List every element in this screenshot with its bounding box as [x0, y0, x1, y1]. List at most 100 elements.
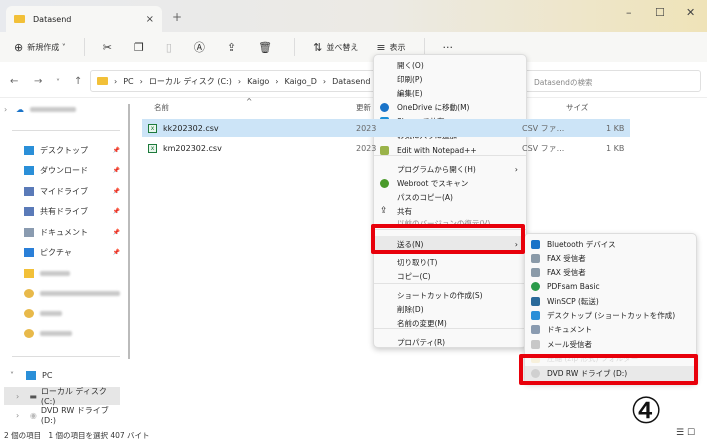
breadcrumb-datasend[interactable]: Datasend: [332, 77, 370, 86]
breadcrumb-kaigo-d[interactable]: Kaigo_D: [285, 77, 317, 86]
view-label: 表示: [389, 42, 406, 52]
breadcrumb-kaigo[interactable]: Kaigo: [247, 77, 269, 86]
menu-item[interactable]: 開く(O): [374, 58, 526, 72]
sidebar-item-pc[interactable]: ˅ PC: [4, 366, 126, 384]
send-to-label: FAX 受信者: [547, 253, 586, 263]
desktop-icon: [531, 311, 540, 320]
menu-item-label: プログラムから開く(H): [397, 164, 476, 174]
minimize-button[interactable]: –: [626, 6, 632, 19]
menu-item[interactable]: パスのコピー(A): [374, 190, 526, 204]
sidebar-item-dvd[interactable]: › ◉ DVD RW ドライブ (D:): [4, 406, 126, 425]
search-input[interactable]: Datasendの検索: [523, 70, 701, 92]
send-to-item[interactable]: PDFsam Basic: [525, 280, 696, 294]
sidebar-item-onedrive[interactable]: › ☁: [4, 100, 126, 118]
cut-button[interactable]: ✂: [103, 41, 116, 54]
redacted-label: [30, 106, 76, 112]
copy-icon: ❐: [133, 40, 144, 54]
menu-item[interactable]: コピー(C): [374, 269, 526, 283]
status-bar: 2 個の項目 1 個の項目を選択 407 バイト: [4, 430, 150, 441]
menu-item[interactable]: 編集(E): [374, 86, 526, 100]
share-button[interactable]: ⇪: [227, 41, 240, 54]
sidebar-item-folder[interactable]: [4, 264, 126, 282]
breadcrumb-local-disk[interactable]: ローカル ディスク (C:): [149, 76, 232, 87]
tiles-view-icon[interactable]: ☐: [687, 428, 695, 438]
paste-button[interactable]: ▯: [166, 41, 176, 54]
command-bar: ⊕ 新規作成 ˅ ✂ ❐ ▯ Ⓐ ⇪ 🗑 ⇅ 並べ替え ≡ 表示 ···: [0, 32, 707, 62]
file-row[interactable]: x kk202302.csv 2023 CSV ファ... 1 KB: [142, 119, 630, 137]
send-to-item[interactable]: メール受信者: [525, 337, 696, 351]
up-button[interactable]: ↑: [74, 76, 82, 87]
menu-item[interactable]: 削除(D): [374, 302, 526, 316]
sidebar-item-pictures[interactable]: ピクチャ 📌: [4, 244, 126, 262]
sidebar-item-user[interactable]: [4, 284, 126, 302]
copy-button[interactable]: ❐: [134, 41, 148, 54]
menu-item[interactable]: 切り取り(T): [374, 255, 526, 269]
sort-button[interactable]: ⇅ 並べ替え: [313, 41, 358, 54]
send-to-item[interactable]: FAX 受信者: [525, 251, 696, 265]
send-to-item[interactable]: FAX 受信者: [525, 266, 696, 280]
menu-item[interactable]: 名前の変更(M): [374, 316, 526, 330]
sidebar-item-local-disk[interactable]: › ▬ ローカル ディスク (C:): [4, 387, 120, 406]
send-to-label: デスクトップ (ショートカットを作成): [547, 311, 676, 320]
send-to-item[interactable]: ドキュメント: [525, 323, 696, 337]
new-tab-button[interactable]: +: [172, 10, 182, 24]
more-button[interactable]: ···: [443, 41, 454, 54]
redacted-label: [40, 290, 120, 296]
file-row[interactable]: x km202302.csv 2023 CSV ファ... 1 KB: [142, 139, 630, 157]
column-header-modified[interactable]: 更新: [356, 102, 371, 113]
forward-button[interactable]: →: [34, 76, 42, 87]
view-button[interactable]: ≡ 表示: [376, 41, 405, 54]
send-to-item[interactable]: Bluetooth デバイス: [525, 237, 696, 251]
sidebar-item-download[interactable]: ダウンロード 📌: [4, 162, 126, 180]
column-header-name[interactable]: 名前: [154, 102, 169, 113]
menu-item[interactable]: 印刷(P): [374, 72, 526, 86]
details-view-icon[interactable]: ☰: [676, 428, 684, 438]
sidebar-item-user[interactable]: [4, 304, 126, 322]
menu-item[interactable]: プログラムから開く(H) ›: [374, 162, 526, 176]
user-folder-icon: [24, 328, 34, 338]
sidebar-item-shared-drive[interactable]: 共有ドライブ 📌: [4, 203, 126, 221]
menu-item[interactable]: プロパティ(R): [374, 335, 526, 349]
folder-icon: [24, 268, 34, 278]
expand-icon: ›: [16, 391, 20, 401]
fax-icon: [531, 253, 540, 263]
send-to-item[interactable]: デスクトップ (ショートカットを作成): [525, 309, 696, 323]
tab-datasend[interactable]: Datasend ×: [6, 6, 162, 32]
rename-button[interactable]: Ⓐ: [194, 39, 209, 55]
menu-item-label: 共有: [397, 206, 412, 216]
menu-item[interactable]: ショートカットの作成(S): [374, 288, 526, 302]
close-button[interactable]: ✕: [686, 6, 695, 19]
back-button[interactable]: ←: [10, 76, 18, 87]
menu-item-label: 印刷(P): [397, 74, 423, 84]
pin-icon: 📌: [112, 208, 120, 215]
step-number: ④: [630, 391, 663, 432]
desktop-icon: [24, 145, 34, 155]
menu-item-label: Webroot でスキャン: [397, 178, 469, 188]
documents-icon: [531, 325, 540, 335]
view-toggle[interactable]: ☰ ☐: [676, 428, 695, 438]
menu-item[interactable]: Webroot でスキャン: [374, 176, 526, 190]
divider: [12, 130, 120, 131]
sidebar-item-user[interactable]: [4, 324, 126, 342]
navigation-pane: › ☁ ˅ PC › ▬ ローカル ディスク (C:) › ◉ DVD RW ドライブ (D…: [4, 98, 128, 428]
close-tab-button[interactable]: ×: [146, 14, 154, 25]
documents-icon: [24, 227, 34, 237]
send-to-item[interactable]: WinSCP (転送): [525, 294, 696, 308]
recent-button[interactable]: ˅: [56, 78, 60, 87]
context-menu: 開く(O)印刷(P)編集(E)OneDrive に移動(M)Skype で共有お…: [373, 54, 527, 348]
delete-button[interactable]: 🗑: [258, 41, 276, 54]
sidebar-scrollbar[interactable]: [128, 104, 130, 359]
maximize-button[interactable]: ☐: [655, 6, 665, 19]
menu-item[interactable]: OneDrive に移動(M): [374, 100, 526, 114]
breadcrumb-pc[interactable]: PC: [123, 77, 133, 86]
pc-label: PC: [42, 370, 53, 380]
sidebar-item-drive[interactable]: マイドライブ 📌: [4, 182, 126, 200]
menu-item[interactable]: ⇪ 共有: [374, 204, 526, 218]
file-name: km202302.csv: [163, 143, 222, 153]
column-header-size[interactable]: サイズ: [566, 102, 588, 113]
sidebar-item-documents[interactable]: ドキュメント 📌: [4, 223, 126, 241]
new-button[interactable]: ⊕ 新規作成 ˅: [14, 41, 66, 54]
sidebar-item-desktop[interactable]: デスクトップ 📌: [4, 141, 126, 159]
pin-icon: 📌: [112, 228, 120, 236]
scissors-icon: ✂: [102, 40, 112, 54]
